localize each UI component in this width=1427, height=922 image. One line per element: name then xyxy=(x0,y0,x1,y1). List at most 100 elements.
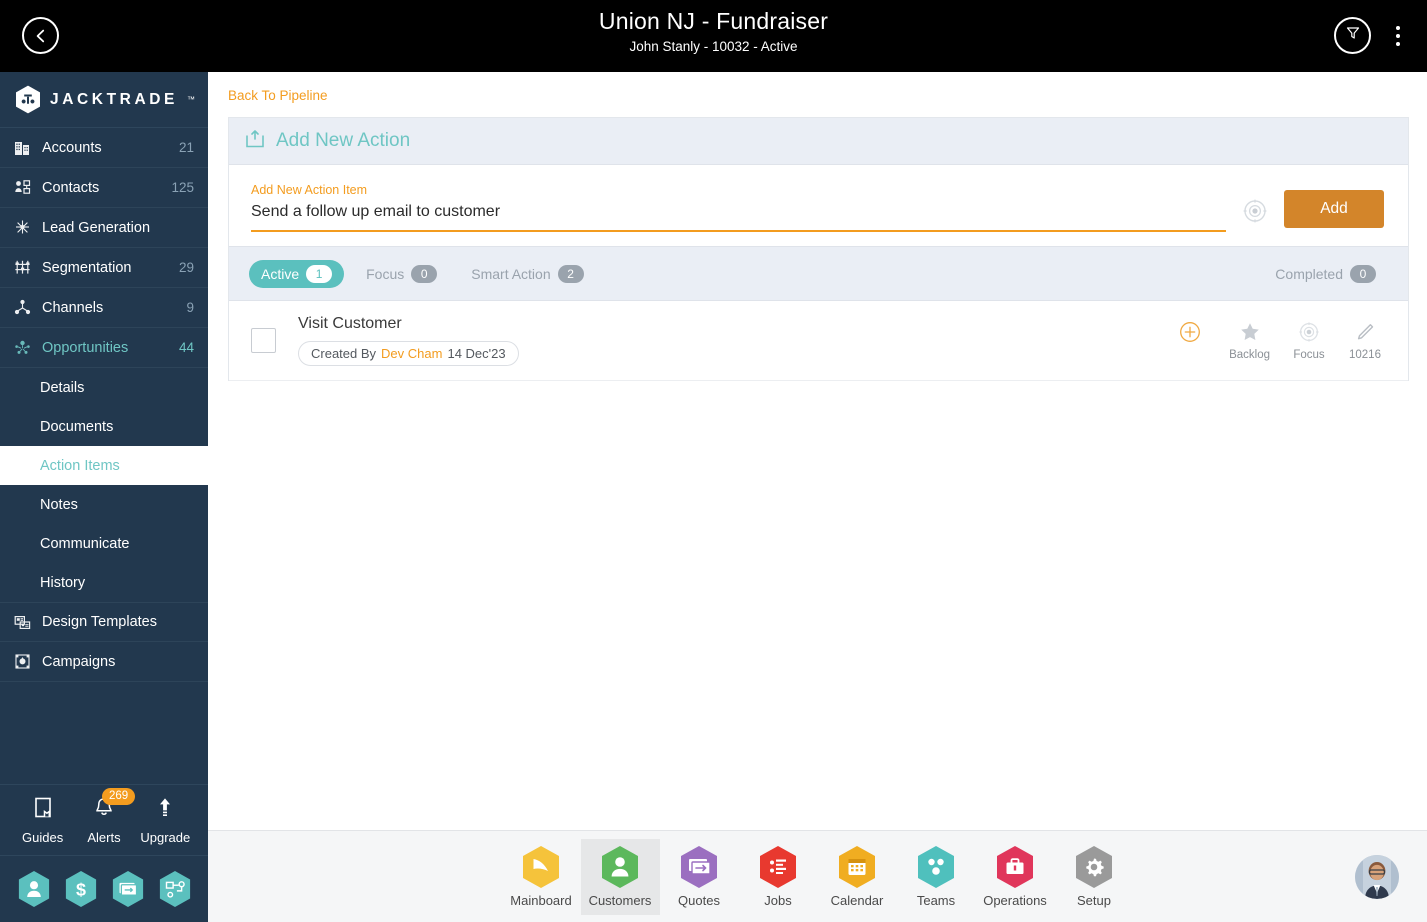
bottom-nav-label: Quotes xyxy=(678,893,720,908)
bottom-nav-label: Teams xyxy=(916,893,956,908)
chip-date: 14 Dec'23 xyxy=(447,346,506,361)
upgrade-button[interactable]: Upgrade xyxy=(135,796,195,845)
sidebar-item-count: 29 xyxy=(178,260,194,275)
bottom-bar: Mainboard Customers Quotes Jobs Calendar… xyxy=(208,830,1427,922)
add-subtask-action[interactable] xyxy=(1173,321,1207,349)
mainboard-icon xyxy=(521,845,561,889)
overflow-menu-button[interactable] xyxy=(1387,17,1409,54)
focus-action[interactable]: Focus xyxy=(1292,321,1326,361)
sidebar-item-channels[interactable]: Channels 9 xyxy=(0,288,208,328)
top-bar: Union NJ - Fundraiser John Stanly - 1003… xyxy=(0,0,1427,72)
sidebar-utilities: Guides 269 Alerts Upgrade xyxy=(0,784,208,856)
sidebar-subitem-notes[interactable]: Notes xyxy=(0,485,208,524)
backlog-action[interactable]: Backlog xyxy=(1229,321,1270,361)
tab-smart-action[interactable]: Smart Action 2 xyxy=(459,260,595,288)
back-to-pipeline-link[interactable]: Back To Pipeline xyxy=(208,72,328,103)
bottom-nav-jobs[interactable]: Jobs xyxy=(739,839,818,915)
sidebar-item-count: 44 xyxy=(178,340,194,355)
campaigns-icon xyxy=(14,653,36,670)
quick-action-payment[interactable] xyxy=(111,870,145,908)
tab-completed[interactable]: Completed 0 xyxy=(1263,260,1388,288)
user-avatar[interactable] xyxy=(1355,855,1399,899)
sidebar-item-label: Opportunities xyxy=(42,339,129,356)
tab-focus[interactable]: Focus 0 xyxy=(354,260,449,288)
bottom-nav-label: Setup xyxy=(1077,893,1111,908)
table-row: Visit Customer Created By Dev Cham 14 De… xyxy=(229,301,1408,381)
tab-label: Active xyxy=(261,265,300,282)
sidebar-subitem-history[interactable]: History xyxy=(0,563,208,602)
sidebar-item-count: 21 xyxy=(178,140,194,155)
sidebar-item-contacts[interactable]: Contacts 125 xyxy=(0,168,208,208)
sidebar-subitem-details[interactable]: Details xyxy=(0,368,208,407)
add-button[interactable]: Add xyxy=(1284,190,1384,228)
bottom-nav-mainboard[interactable]: Mainboard xyxy=(502,839,581,915)
panel-header: Add New Action xyxy=(229,118,1408,165)
row-actions: Backlog Focus 10216 xyxy=(1173,321,1390,361)
bottom-nav-setup[interactable]: Setup xyxy=(1055,839,1134,915)
sidebar-item-lead-generation[interactable]: Lead Generation xyxy=(0,208,208,248)
sidebar-quick-actions: $ xyxy=(0,856,208,922)
sidebar-subitem-label: Documents xyxy=(40,418,114,435)
top-bar-actions xyxy=(1334,17,1409,54)
plus-circle-icon xyxy=(1179,321,1201,343)
sidebar-subitem-communicate[interactable]: Communicate xyxy=(0,524,208,563)
sidebar: JACKTRADE ™ Accounts 21 Contacts 125 Lea… xyxy=(0,72,208,922)
sidebar-item-label: Contacts xyxy=(42,179,100,196)
focus-target-icon xyxy=(1298,321,1320,343)
tab-count: 0 xyxy=(1350,264,1376,283)
sidebar-item-opportunities[interactable]: Opportunities 44 xyxy=(0,328,208,368)
tab-active[interactable]: Active 1 xyxy=(249,259,345,288)
bottom-nav-teams[interactable]: Teams xyxy=(897,839,976,915)
app-root: Union NJ - Fundraiser John Stanly - 1003… xyxy=(0,0,1427,922)
sidebar-subitem-action-items[interactable]: Action Items xyxy=(0,446,208,485)
book-icon xyxy=(32,796,54,825)
action-label: Backlog xyxy=(1229,348,1270,361)
sidebar-item-design-templates[interactable]: Design Templates xyxy=(0,602,208,642)
bottom-nav: Mainboard Customers Quotes Jobs Calendar… xyxy=(502,838,1134,915)
sidebar-nav: Accounts 21 Contacts 125 Lead Generation xyxy=(0,128,208,682)
tab-count: 1 xyxy=(306,264,333,283)
row-checkbox[interactable] xyxy=(251,328,276,353)
chevron-left-icon xyxy=(33,28,49,44)
lead-generation-icon xyxy=(14,219,36,236)
guides-label: Guides xyxy=(22,829,64,845)
back-button[interactable] xyxy=(22,17,59,54)
sidebar-item-accounts[interactable]: Accounts 21 xyxy=(0,128,208,168)
quick-action-workflow[interactable] xyxy=(158,870,192,908)
segmentation-icon xyxy=(14,259,36,276)
alerts-button[interactable]: 269 Alerts xyxy=(74,787,136,845)
jacktrade-hex-icon xyxy=(15,85,41,114)
contacts-icon xyxy=(14,179,36,196)
quick-action-dollar[interactable]: $ xyxy=(64,870,98,908)
bottom-nav-operations[interactable]: Operations xyxy=(976,839,1055,915)
quotes-icon xyxy=(679,845,719,889)
opportunities-icon xyxy=(14,339,36,356)
bottom-nav-label: Mainboard xyxy=(510,893,572,908)
main-content: Back To Pipeline Add New Action Add New … xyxy=(208,72,1427,830)
setup-gear-icon xyxy=(1074,845,1114,889)
channels-icon xyxy=(14,299,36,316)
page-subtitle: John Stanly - 10032 - Active xyxy=(629,39,798,54)
status-tabs: Active 1 Focus 0 Smart Action 2 Complete… xyxy=(229,246,1408,301)
tabs-right-group: Completed 0 xyxy=(1263,260,1388,288)
quick-action-person[interactable] xyxy=(17,870,51,908)
bottom-nav-calendar[interactable]: Calendar xyxy=(818,839,897,915)
sidebar-subitem-documents[interactable]: Documents xyxy=(0,407,208,446)
filter-button[interactable] xyxy=(1334,17,1371,54)
brand-logo[interactable]: JACKTRADE ™ xyxy=(0,72,208,128)
bottom-nav-label: Jobs xyxy=(764,893,792,908)
sidebar-item-segmentation[interactable]: Segmentation 29 xyxy=(0,248,208,288)
page-title: Union NJ - Fundraiser xyxy=(598,8,829,34)
kebab-dot xyxy=(1396,25,1400,30)
alerts-label: Alerts xyxy=(87,829,121,845)
action-item-input[interactable] xyxy=(251,201,1226,232)
bottom-nav-quotes[interactable]: Quotes xyxy=(660,839,739,915)
bottom-nav-customers[interactable]: Customers xyxy=(580,838,660,915)
row-content: Visit Customer Created By Dev Cham 14 De… xyxy=(298,315,1173,366)
voice-input-icon[interactable] xyxy=(1242,198,1268,224)
edit-action[interactable]: 10216 xyxy=(1348,321,1382,361)
upgrade-label: Upgrade xyxy=(140,829,191,845)
sidebar-item-campaigns[interactable]: Campaigns xyxy=(0,642,208,682)
guides-button[interactable]: Guides xyxy=(13,796,73,845)
sidebar-subitem-label: Notes xyxy=(40,496,78,513)
